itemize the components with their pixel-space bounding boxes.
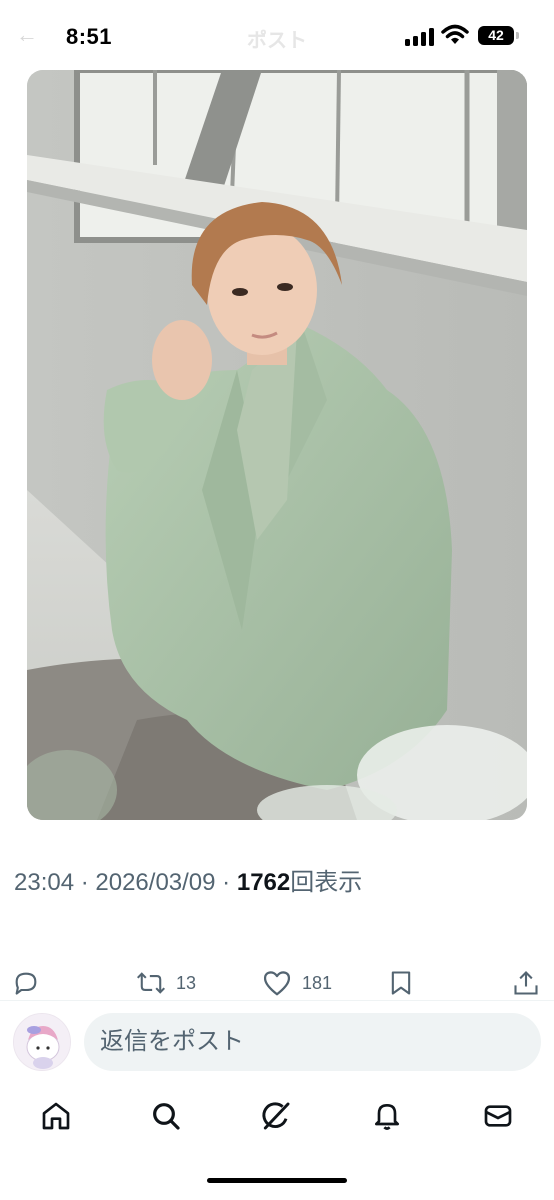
tab-home[interactable] [38, 1098, 74, 1134]
tab-messages[interactable] [480, 1098, 516, 1134]
post-photo-illustration [27, 70, 527, 820]
post-meta: 23:04 · 2026/03/09 · 1762回表示 [14, 862, 362, 897]
avatar-image [14, 1014, 70, 1070]
tab-grok[interactable] [258, 1098, 294, 1134]
mail-icon [484, 1105, 512, 1127]
bell-icon [375, 1104, 399, 1130]
bottom-tab-bar [0, 1085, 554, 1149]
tab-search[interactable] [148, 1098, 184, 1134]
heart-icon [263, 971, 291, 996]
reply-composer: 返信をポスト [0, 1003, 554, 1077]
tab-notifications[interactable] [369, 1098, 405, 1134]
search-icon [153, 1103, 180, 1130]
bookmark-icon [391, 971, 411, 995]
view-count-label: 回表示 [290, 869, 363, 896]
cellular-signal-icon [405, 28, 435, 46]
share-button[interactable] [512, 965, 540, 1001]
post-image[interactable] [27, 70, 527, 820]
home-indicator[interactable] [207, 1178, 347, 1183]
share-icon [514, 971, 538, 995]
battery-icon: 42 [478, 26, 514, 45]
status-time: 8:51 [66, 24, 113, 49]
post-action-bar: 13 181 [0, 965, 554, 1003]
divider [0, 1000, 554, 1001]
post-timestamp: 23:04 · 2026/03/09 · [14, 869, 237, 896]
avatar[interactable] [13, 1013, 71, 1071]
home-icon [42, 1102, 70, 1130]
repost-button[interactable]: 13 [136, 965, 196, 1001]
like-button[interactable]: 181 [262, 965, 332, 1001]
reply-icon [15, 972, 37, 995]
reply-button[interactable] [12, 965, 40, 1001]
status-bar: ← ポスト 8:51 42 [0, 0, 554, 70]
view-count[interactable]: 1762 [237, 869, 290, 896]
repost-icon [136, 972, 166, 994]
bookmark-button[interactable] [389, 965, 413, 1001]
reply-input[interactable]: 返信をポスト [84, 1013, 541, 1071]
battery-cap [516, 32, 519, 39]
wifi-icon [441, 24, 469, 44]
grok-icon [262, 1102, 290, 1130]
repost-count: 13 [176, 972, 197, 993]
like-count: 181 [302, 972, 333, 993]
